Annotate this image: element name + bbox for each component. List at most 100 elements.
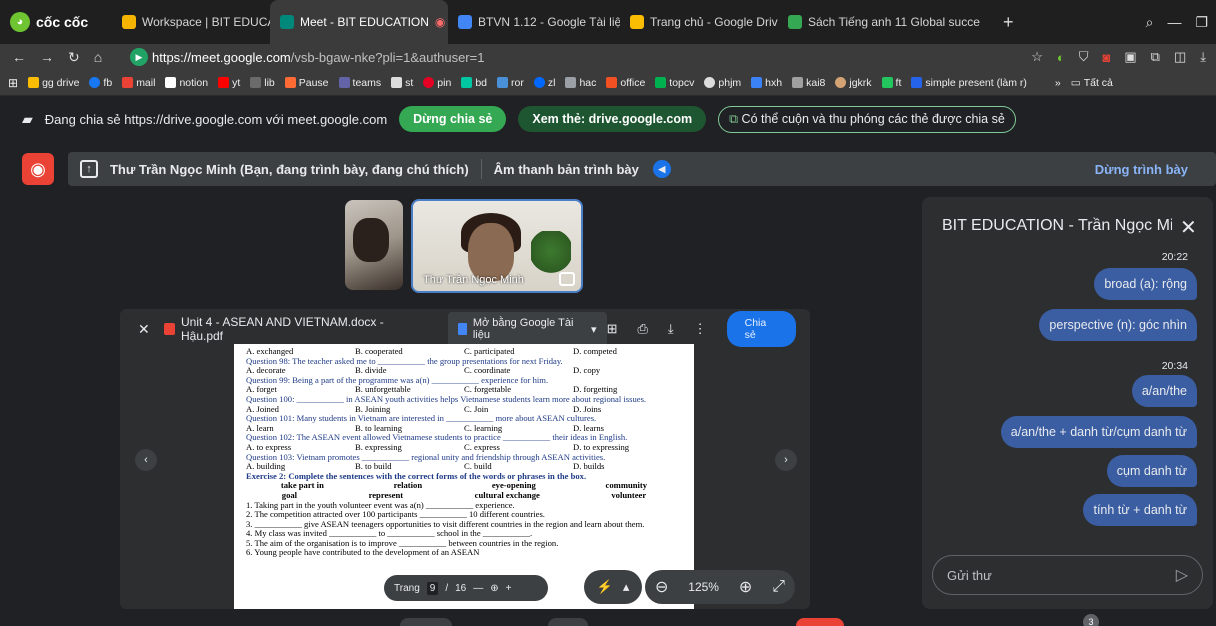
prev-page-chevron-icon[interactable]: ‹ [135,449,157,471]
bookmark-simple-present[interactable]: simple present (làm r) [911,77,1027,89]
tab-search-icon[interactable]: ⌕ [1146,14,1154,31]
participant-tile-small[interactable] [345,200,403,290]
page-number-input[interactable]: 9 [426,581,439,595]
bookmark-st[interactable]: st [391,77,413,89]
tab-workspace[interactable]: Workspace | BIT EDUCATION [112,0,270,44]
bookmark-phjm[interactable]: phjm [704,77,741,89]
close-chat-icon[interactable]: ✕ [1180,215,1197,240]
camera-control[interactable] [548,618,588,626]
bookmark-pause[interactable]: Pause [284,77,329,89]
divider [480,159,482,179]
tab-sach[interactable]: Sách Tiếng anh 11 Global succe [778,0,993,44]
send-icon[interactable]: ▷ [1176,565,1188,585]
stop-presenting-button[interactable]: Dừng trình bày [1095,162,1188,177]
bookmark-jgkrk[interactable]: jgkrk [835,77,872,89]
chat-input-placeholder: Gửi thư [947,567,992,583]
bookmark-notion[interactable]: notion [165,77,208,89]
view-tab-button[interactable]: Xem thẻ: drive.google.com [518,106,707,132]
back-icon[interactable]: ← [12,49,26,66]
youtube-icon [218,77,230,88]
stop-record-button[interactable]: ◉ [22,153,54,185]
apps-icon[interactable]: ⊞ [8,76,18,90]
participant-tile-self[interactable]: Thư Trần Ngọc Minh [411,199,583,293]
dropdown-icon[interactable]: ▾ [591,323,597,336]
sidebar-icon[interactable]: ◫ [1174,49,1186,65]
url-path: /vsb-bgaw-nke?pli=1&authuser=1 [290,49,485,65]
download-icon[interactable]: ⤓ [1200,49,1206,65]
new-tab-button[interactable]: + [993,12,1024,33]
tab-meet[interactable]: Meet - BIT EDUCATION ◉ ✕ [270,0,448,44]
stop-sharing-button[interactable]: Dừng chia sẻ [399,106,507,132]
bookmark-topcv[interactable]: topcv [655,77,694,89]
bookmark-zl[interactable]: zl [533,77,555,89]
add-comment-icon[interactable]: ⊞ [607,321,618,337]
chat-input[interactable]: Gửi thư ▷ [932,555,1203,595]
bookmark-bd[interactable]: bd [461,77,487,89]
moon-icon[interactable]: ◐ [1057,50,1065,65]
shield-icon[interactable]: ⛉ [1079,49,1089,65]
bookmark-office[interactable]: office [606,77,645,89]
zalo-icon [533,77,545,88]
bookmark-label: office [620,76,646,89]
bookmark-lib[interactable]: lib [250,77,275,89]
presentation-bar: ◉ ↑ Thư Trần Ngọc Minh (Bạn, đang trình … [0,150,1216,188]
participant-name: Thư Trần Ngọc Minh [423,274,524,286]
next-page-chevron-icon[interactable]: › [775,449,797,471]
bookmark-kai8[interactable]: kai8 [792,77,825,89]
annotation-menu-icon[interactable]: ▴ [623,579,630,595]
bookmark-teams[interactable]: teams [338,77,381,89]
presentation-status: ↑ Thư Trần Ngọc Minh (Bạn, đang trình bà… [67,152,1216,186]
sharing-status-text: Đang chia sẻ https://drive.google.com vớ… [44,111,388,127]
open-with-docs-button[interactable]: Mở bằng Google Tài liệu ▾ [447,312,607,346]
all-bookmarks-folder[interactable]: ▭ Tất cả [1071,77,1113,89]
record-extension-icon[interactable]: ◙ [1103,50,1111,65]
bookmark-label: hac [579,76,597,89]
tile-pip-icon[interactable] [559,272,575,286]
bookmark-ft[interactable]: ft [881,77,901,89]
sentence: 6. Young people have contributed to the … [246,547,480,558]
url-scheme: https:// [152,49,192,65]
scroll-zoom-info[interactable]: ⧉ Có thể cuộn và thu phóng các thẻ được … [718,105,1016,133]
bookmark-hxh[interactable]: hxh [751,77,782,89]
annotation-tools[interactable]: ⚡ ▴ [584,570,642,604]
zoom-fit-icon[interactable]: ⊕ [490,583,498,594]
download-pdf-icon[interactable]: ⤓ [668,321,674,337]
bookmark-ror[interactable]: ror [497,77,524,89]
minimize-icon[interactable]: — [1167,14,1181,31]
participant-video [353,218,389,262]
extensions-icon[interactable]: ⧉ [1151,49,1160,65]
print-icon[interactable]: ⎙ [637,321,647,337]
bookmark-gg-drive[interactable]: gg drive [28,77,79,89]
reload-icon[interactable]: ↻ [68,49,80,66]
bookmark-yt[interactable]: yt [218,77,240,89]
pen-annotate-icon[interactable]: ⚡ [597,579,613,595]
share-button[interactable]: Chia sẻ [726,311,796,347]
tab-btvn[interactable]: BTVN 1.12 - Google Tài liệu [448,0,620,44]
pause-site-icon [284,77,296,88]
zoom-in-small-icon[interactable]: + [506,583,512,594]
meet-site-icon[interactable]: ▶ [130,48,148,66]
zoom-out-icon[interactable]: ⊖ [655,577,668,597]
screen-share-icon: ▰ [22,110,33,127]
forward-icon[interactable]: → [40,49,54,66]
more-options-icon[interactable]: ⋮ [694,321,707,337]
close-pdf-icon[interactable]: ✕ [138,321,150,338]
home-icon[interactable]: ⌂ [94,49,102,66]
zoom-in-icon[interactable]: ⊕ [739,577,752,597]
mic-control[interactable] [400,618,452,626]
fullscreen-icon[interactable]: ⤢ [772,578,785,596]
leave-call-control[interactable] [796,618,844,626]
speaker-icon[interactable]: ◀ [652,160,671,178]
bookmark-pin[interactable]: pin [423,77,451,89]
restore-icon[interactable]: ❐ [1195,14,1208,31]
zoom-out-small-icon[interactable]: — [473,583,483,594]
bookmark-hac[interactable]: hac [565,77,596,89]
star-icon[interactable]: ☆ [1031,49,1043,65]
browser-brand[interactable]: ◕ cốc cốc [0,12,112,32]
bookmark-mail[interactable]: mail [122,77,155,89]
url-field[interactable]: https://meet.google.com/vsb-bgaw-nke?pli… [152,50,484,65]
screen-icon[interactable]: ▣ [1124,49,1136,65]
tab-drive[interactable]: Trang chủ - Google Drive [620,0,778,44]
bookmark-fb[interactable]: fb [89,77,112,89]
bookmarks-overflow-button[interactable]: » [1055,77,1061,89]
